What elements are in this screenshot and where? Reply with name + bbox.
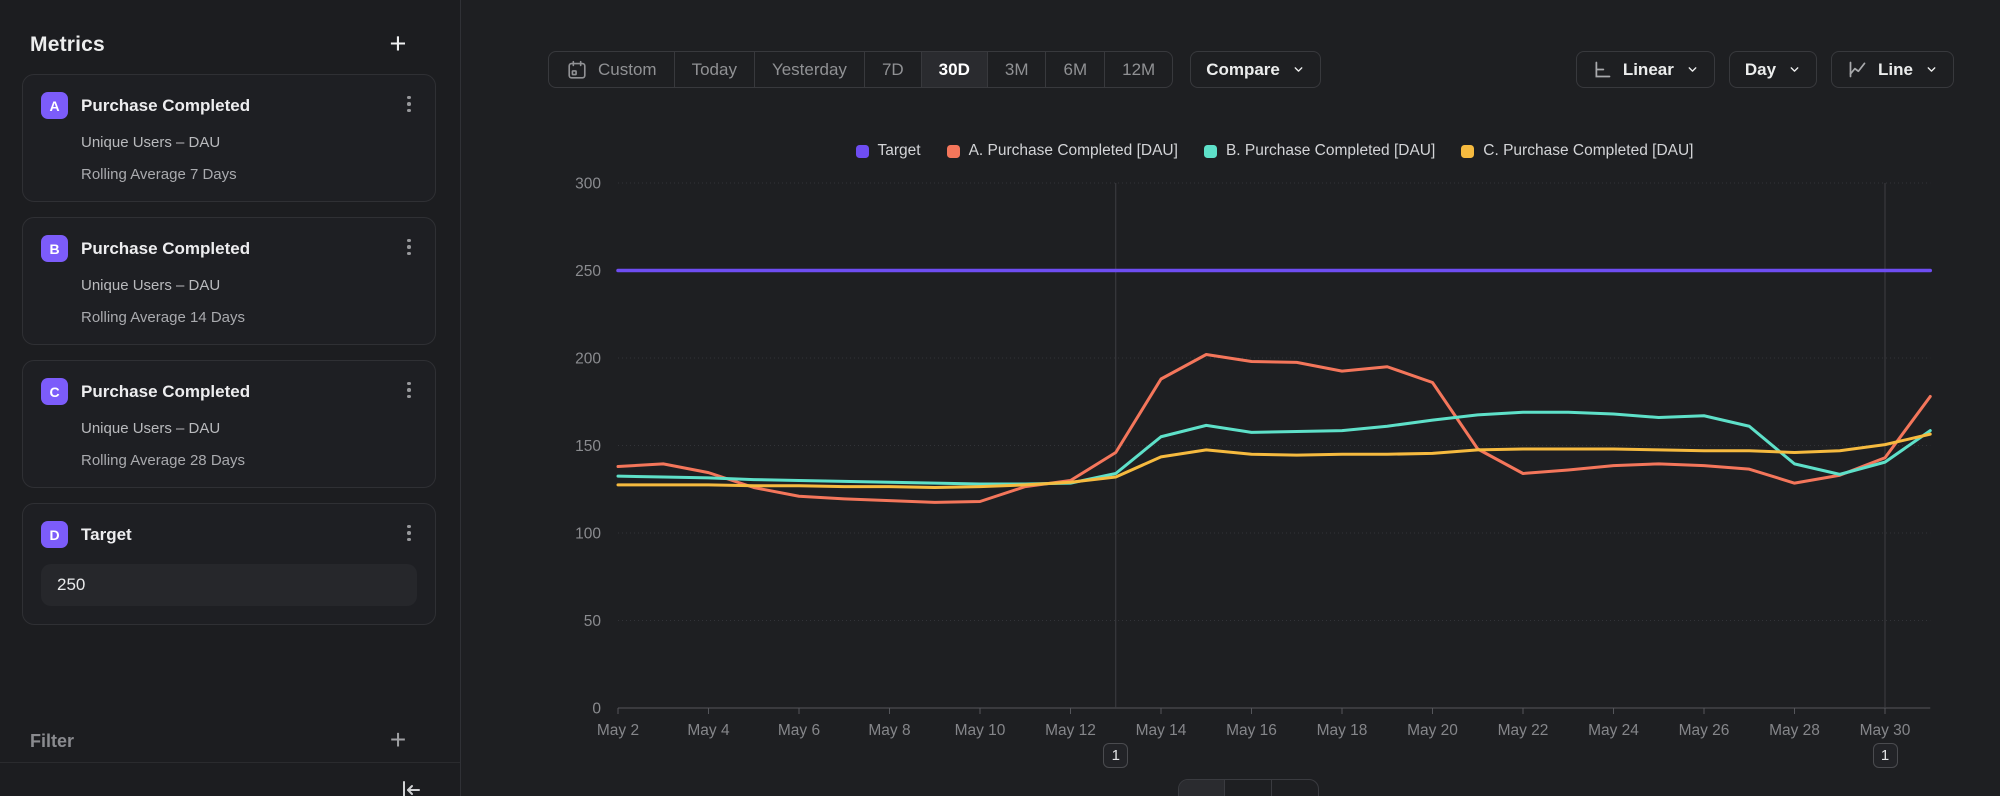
annotation-lines bbox=[1116, 183, 1885, 708]
metric-measure: Unique Users – DAU bbox=[81, 134, 417, 151]
metric-title: Purchase Completed bbox=[81, 239, 250, 259]
line-chart[interactable]: 050100150200250300May 2May 4May 6May 8Ma… bbox=[461, 0, 2000, 796]
x-axis-label: May 22 bbox=[1498, 722, 1549, 739]
y-axis-label: 50 bbox=[584, 613, 602, 630]
sidebar-divider bbox=[0, 762, 460, 763]
collapse-sidebar-icon[interactable] bbox=[398, 778, 424, 796]
layout-chart-table-button[interactable] bbox=[1225, 780, 1271, 796]
metric-letter-badge: D bbox=[41, 521, 68, 548]
x-axis-label: May 16 bbox=[1226, 722, 1277, 739]
layout-chart-button[interactable] bbox=[1179, 780, 1225, 796]
chart-layout-segmented-control bbox=[1178, 779, 1319, 796]
add-metric-button[interactable]: + bbox=[384, 30, 412, 58]
target-title: Target bbox=[81, 525, 132, 545]
metric-options-kebab-icon[interactable] bbox=[397, 91, 421, 117]
annotation-badge[interactable]: 1 bbox=[1873, 743, 1898, 768]
app: Metrics + A Purchase Completed Unique Us… bbox=[0, 0, 2000, 796]
filter-label: Filter bbox=[30, 731, 74, 751]
x-axis-label: May 28 bbox=[1769, 722, 1820, 739]
x-axis-label: May 6 bbox=[778, 722, 820, 739]
metric-options-kebab-icon[interactable] bbox=[397, 520, 421, 546]
metric-measure: Unique Users – DAU bbox=[81, 420, 417, 437]
sidebar-title: Metrics bbox=[30, 33, 105, 57]
metric-letter-badge: A bbox=[41, 92, 68, 119]
x-axis-label: May 30 bbox=[1860, 722, 1911, 739]
x-axis-label: May 24 bbox=[1588, 722, 1639, 739]
x-axis-label: May 20 bbox=[1407, 722, 1458, 739]
metric-card-header: C Purchase Completed bbox=[41, 378, 417, 405]
x-axis-label: May 18 bbox=[1317, 722, 1368, 739]
target-card[interactable]: D Target bbox=[22, 503, 436, 625]
metric-card-header: A Purchase Completed bbox=[41, 92, 417, 119]
filter-section: Filter + bbox=[30, 726, 412, 756]
target-value-input[interactable] bbox=[41, 564, 417, 606]
y-axis-label: 0 bbox=[592, 701, 601, 718]
metric-card-b[interactable]: B Purchase Completed Unique Users – DAU … bbox=[22, 217, 436, 345]
y-axis-label: 250 bbox=[575, 263, 601, 280]
x-axis-label: May 14 bbox=[1136, 722, 1187, 739]
metric-card-a[interactable]: A Purchase Completed Unique Users – DAU … bbox=[22, 74, 436, 202]
metric-rolling-average: Rolling Average 14 Days bbox=[81, 309, 417, 326]
metric-options-kebab-icon[interactable] bbox=[397, 377, 421, 403]
metric-title: Purchase Completed bbox=[81, 96, 250, 116]
layout-table-button[interactable] bbox=[1272, 780, 1318, 796]
annotation-badge[interactable]: 1 bbox=[1103, 743, 1128, 768]
add-filter-button[interactable]: + bbox=[384, 726, 412, 754]
chart-panel: Custom Today Yesterday 7D 30D 3M 6M 12M … bbox=[461, 0, 2000, 796]
x-axis-label: May 12 bbox=[1045, 722, 1096, 739]
series-line-b[interactable] bbox=[618, 412, 1930, 484]
y-axis-label: 200 bbox=[575, 351, 601, 368]
metric-card-header: D Target bbox=[41, 521, 417, 548]
metric-title: Purchase Completed bbox=[81, 382, 250, 402]
x-axis-labels: May 2 May 4 May 6 May 8 May 10 May 12 May 14 Ma… bbox=[597, 708, 1911, 739]
x-axis-label: May 4 bbox=[687, 722, 730, 739]
y-axis-label: 100 bbox=[575, 526, 601, 543]
gridlines: 0 50 100 150 200 250 300 bbox=[575, 176, 1930, 718]
metric-measure: Unique Users – DAU bbox=[81, 277, 417, 294]
y-axis-label: 300 bbox=[575, 176, 601, 193]
y-axis-label: 150 bbox=[575, 438, 601, 455]
metric-options-kebab-icon[interactable] bbox=[397, 234, 421, 260]
metric-letter-badge: B bbox=[41, 235, 68, 262]
x-axis-label: May 8 bbox=[868, 722, 910, 739]
x-axis-label: May 26 bbox=[1679, 722, 1730, 739]
metrics-sidebar: Metrics + A Purchase Completed Unique Us… bbox=[0, 0, 461, 796]
metric-rolling-average: Rolling Average 7 Days bbox=[81, 166, 417, 183]
x-axis-label: May 10 bbox=[955, 722, 1006, 739]
metric-letter-badge: C bbox=[41, 378, 68, 405]
metric-card-c[interactable]: C Purchase Completed Unique Users – DAU … bbox=[22, 360, 436, 488]
x-axis-label: May 2 bbox=[597, 722, 639, 739]
series-lines bbox=[618, 271, 1930, 503]
sidebar-header: Metrics + bbox=[0, 0, 460, 74]
metric-rolling-average: Rolling Average 28 Days bbox=[81, 452, 417, 469]
metric-card-header: B Purchase Completed bbox=[41, 235, 417, 262]
